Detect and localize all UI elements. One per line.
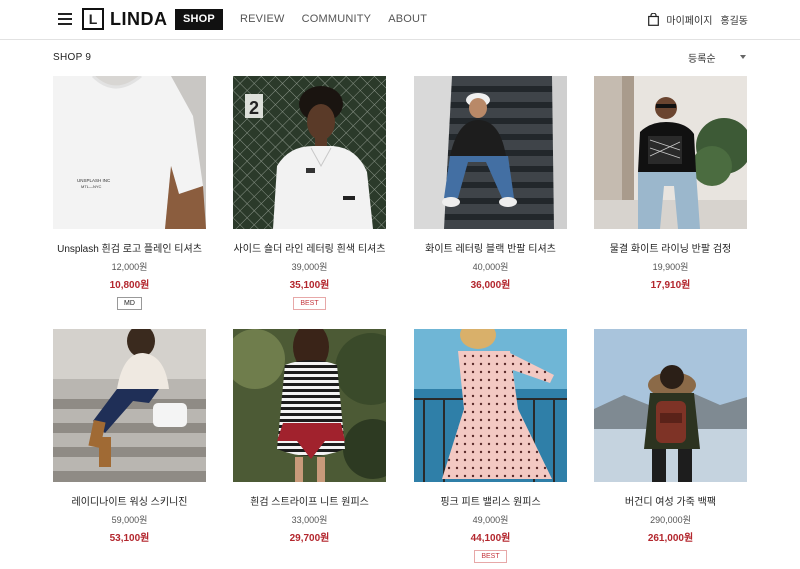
product-name[interactable]: 흰검 스트라이프 니트 원피스 — [233, 493, 386, 508]
product-name[interactable]: Unsplash 흰검 로고 플레인 티셔츠 — [53, 240, 206, 255]
product-image[interactable] — [53, 329, 206, 482]
product-price: 39,000원 — [291, 262, 328, 272]
product-image[interactable] — [414, 329, 567, 482]
sign-number: 2 — [249, 98, 259, 118]
nav-shop[interactable]: SHOP — [175, 9, 223, 30]
product-image[interactable] — [414, 76, 567, 229]
user-name[interactable]: 홍길동 — [720, 12, 748, 27]
mypage-link[interactable]: 마이페이지 — [666, 12, 712, 27]
product-badge: BEST — [474, 550, 507, 563]
shop-count-title: SHOP 9 — [53, 52, 92, 63]
product-card[interactable]: 레이디나이트 워싱 스키니진 59,000원 53,100원 — [53, 329, 206, 544]
product-price: 12,000원 — [111, 262, 148, 272]
product-badge: MD — [117, 297, 142, 310]
utility-menu: 마이페이지 홍길동 — [648, 12, 748, 27]
product-name[interactable]: 핑크 피트 밸리스 원피스 — [414, 493, 567, 508]
product-image[interactable] — [594, 329, 747, 482]
product-sale-price: 261,000원 — [647, 533, 694, 544]
product-sale-price: 10,800원 — [109, 280, 150, 291]
product-sale-price: 17,910원 — [650, 280, 691, 291]
product-price: 19,900원 — [652, 262, 689, 272]
product-name[interactable]: 물결 화이트 라이닝 반팔 검정 — [594, 240, 747, 255]
product-name[interactable]: 버건디 여성 가죽 백팩 — [594, 493, 747, 508]
product-name[interactable]: 사이드 숄더 라인 레터링 흰색 티셔츠 — [233, 240, 386, 255]
product-card[interactable]: 물결 화이트 라이닝 반팔 검정 19,900원 17,910원 — [594, 76, 747, 291]
nav-about[interactable]: ABOUT — [388, 9, 427, 30]
product-card[interactable]: 화이트 레터링 블랙 반팔 티셔츠 40,000원 36,000원 — [414, 76, 567, 291]
product-image[interactable]: UNSPLASH INC MTL—NYC — [53, 76, 206, 229]
product-price: 40,000원 — [472, 262, 509, 272]
product-name[interactable]: 레이디나이트 워싱 스키니진 — [53, 493, 206, 508]
product-price: 33,000원 — [291, 515, 328, 525]
product-badge: BEST — [293, 297, 326, 310]
shirt-print-2: MTL—NYC — [81, 184, 102, 189]
product-sale-price: 29,700원 — [289, 533, 330, 544]
product-price: 59,000원 — [111, 515, 148, 525]
product-image[interactable] — [594, 76, 747, 229]
shopping-bag-icon[interactable] — [648, 13, 660, 26]
product-image[interactable] — [233, 329, 386, 482]
product-price: 49,000원 — [472, 515, 509, 525]
product-card[interactable]: 핑크 피트 밸리스 원피스 49,000원 44,100원 BEST — [414, 329, 567, 563]
product-card[interactable]: 흰검 스트라이프 니트 원피스 33,000원 29,700원 — [233, 329, 386, 544]
logo-mark: L — [82, 8, 104, 30]
main-nav: SHOP REVIEW COMMUNITY ABOUT — [175, 9, 444, 30]
nav-community[interactable]: COMMUNITY — [302, 9, 372, 30]
product-image[interactable]: 2 — [233, 76, 386, 229]
top-header: L LINDA SHOP REVIEW COMMUNITY ABOUT 마이페이… — [0, 0, 800, 40]
product-sale-price: 36,000원 — [470, 280, 511, 291]
product-card[interactable]: 버건디 여성 가죽 백팩 290,000원 261,000원 — [594, 329, 747, 544]
logo-text: LINDA — [110, 8, 168, 29]
shirt-print-1: UNSPLASH INC — [77, 178, 111, 183]
sort-select-value: 등록순 — [688, 54, 716, 65]
menu-icon[interactable] — [58, 13, 72, 25]
caret-down-icon — [740, 55, 746, 59]
product-card[interactable]: 2 사이드 숄더 라인 레터링 흰색 티셔츠 39,000원 35,100원 B… — [233, 76, 386, 310]
product-sale-price: 44,100원 — [470, 533, 511, 544]
product-sale-price: 53,100원 — [109, 533, 150, 544]
product-name[interactable]: 화이트 레터링 블랙 반팔 티셔츠 — [414, 240, 567, 255]
product-card[interactable]: UNSPLASH INC MTL—NYC Unsplash 흰검 로고 플레인 … — [53, 76, 206, 310]
nav-review[interactable]: REVIEW — [240, 9, 285, 30]
sort-select[interactable]: 등록순 — [688, 50, 748, 66]
product-price: 290,000원 — [650, 515, 691, 525]
product-sale-price: 35,100원 — [289, 280, 330, 291]
logo[interactable]: L LINDA — [82, 8, 168, 30]
